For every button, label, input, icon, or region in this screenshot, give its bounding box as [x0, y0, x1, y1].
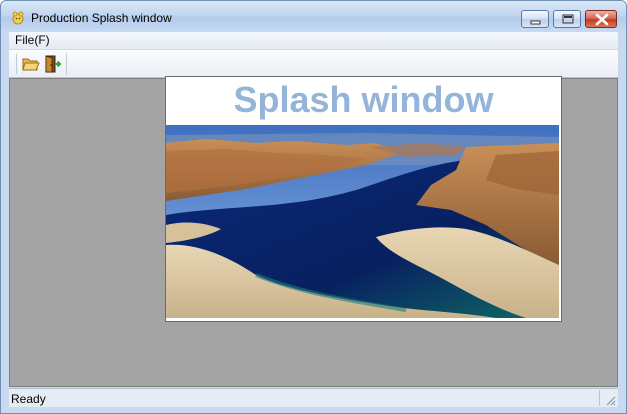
- minimize-button[interactable]: [521, 10, 549, 28]
- status-bar: Ready: [9, 388, 618, 407]
- app-window: Production Splash window File(F) Splash …: [0, 0, 627, 414]
- minimize-icon: [530, 20, 541, 25]
- menu-file[interactable]: File(F): [15, 33, 50, 47]
- maximize-button[interactable]: [553, 10, 581, 28]
- close-button[interactable]: [585, 10, 617, 28]
- resize-grip-icon[interactable]: [604, 394, 616, 406]
- splash-panel: Splash window: [165, 76, 562, 322]
- window-title: Production Splash window: [31, 11, 172, 25]
- close-icon: [595, 13, 609, 26]
- status-pane: Ready: [9, 390, 600, 406]
- folder-open-icon[interactable]: [22, 55, 40, 73]
- toolbar: [9, 49, 618, 78]
- status-text: Ready: [11, 392, 46, 406]
- menu-bar: File(F): [9, 32, 618, 49]
- splash-title: Splash window: [233, 79, 494, 120]
- maximize-icon: [562, 14, 574, 24]
- title-bar[interactable]: Production Splash window: [1, 1, 626, 32]
- app-icon: [12, 11, 24, 25]
- toolbar-separator: [66, 53, 67, 75]
- toolbar-grip[interactable]: [16, 54, 20, 74]
- canyon-lake-photo: [166, 125, 559, 318]
- exit-door-icon[interactable]: [44, 55, 62, 73]
